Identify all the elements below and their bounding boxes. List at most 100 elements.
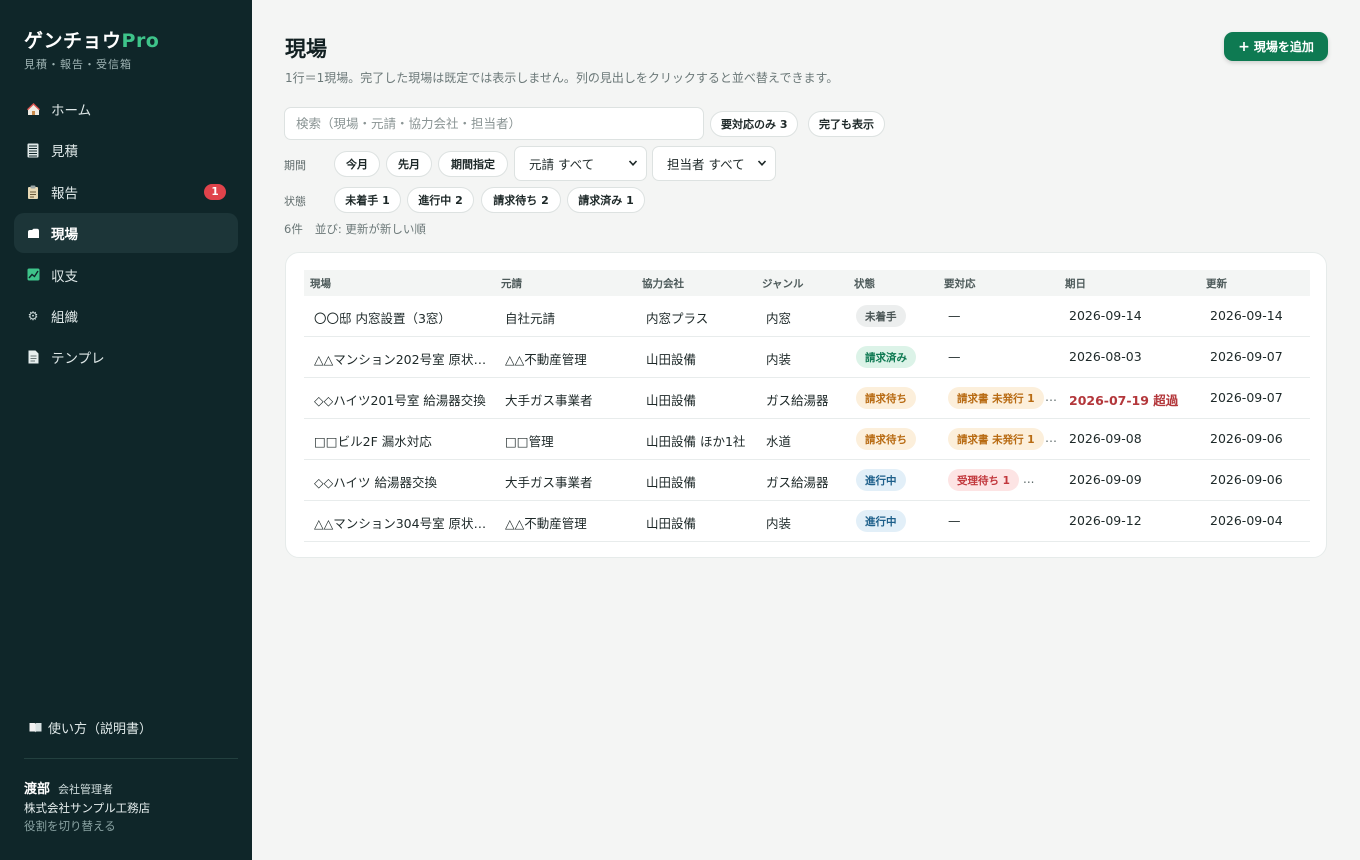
- sidebar-item-estimate[interactable]: 見積: [14, 130, 238, 170]
- period-this-month[interactable]: 今月: [334, 151, 380, 177]
- column-header-contractor[interactable]: 元請: [501, 276, 522, 291]
- cell-partner: 山田設備: [646, 393, 697, 408]
- page-description: 1行＝1現場。完了した現場は既定では表示しません。列の見出しをクリックすると並べ…: [285, 71, 839, 85]
- chart-icon: [26, 268, 40, 282]
- table-row[interactable]: △△マンション304号室 原状回復 △△不動産管理 山田設備 内装 進行中 — …: [304, 501, 1310, 542]
- cell-partner: 山田設備 ほか1社: [646, 434, 746, 449]
- sidebar-nav: ホーム 見積 報告 1 現場 収支 ⚙ 組織 テンプレ: [14, 89, 238, 379]
- cell-contractor: △△不動産管理: [505, 352, 587, 367]
- estimate-icon: [26, 143, 40, 158]
- sidebar-item-organization[interactable]: ⚙ 組織: [14, 296, 238, 336]
- user-role: 会社管理者: [58, 783, 114, 796]
- cell-site: 〇〇邸 内窓設置（3窓）: [314, 311, 451, 326]
- brand-subtitle: 見積・報告・受信箱: [24, 58, 132, 71]
- template-icon: [26, 350, 40, 364]
- sidebar-divider: [24, 758, 238, 759]
- cell-due: 2026-08-03: [1069, 349, 1142, 364]
- sidebar-item-finance[interactable]: 収支: [14, 255, 238, 295]
- sidebar-item-template[interactable]: テンプレ: [14, 337, 238, 377]
- add-site-button[interactable]: + 現場を追加: [1224, 32, 1328, 61]
- status-filter-in-progress[interactable]: 進行中 2: [407, 187, 474, 213]
- search-input[interactable]: [284, 107, 704, 140]
- cell-contractor: □□管理: [505, 434, 554, 449]
- cell-partner: 山田設備: [646, 516, 697, 531]
- column-header-partner[interactable]: 協力会社: [642, 276, 684, 291]
- period-last-month[interactable]: 先月: [386, 151, 432, 177]
- action-required-filter[interactable]: 要対応のみ 3: [710, 111, 799, 137]
- cell-contractor: 大手ガス事業者: [505, 475, 593, 490]
- action-required-badge[interactable]: 請求書 未発行 1: [948, 428, 1044, 450]
- user-panel: 渡部 会社管理者 株式会社サンプル工務店 役割を切り替える: [24, 780, 150, 835]
- cell-contractor: △△不動産管理: [505, 516, 587, 531]
- sidebar-item-label: ホーム: [51, 103, 92, 119]
- table-row[interactable]: 〇〇邸 内窓設置（3窓） 自社元請 内窓プラス 内窓 未着手 — 2026-09…: [304, 296, 1310, 337]
- chevron-down-icon: [628, 160, 638, 166]
- brand-accent: Pro: [121, 30, 160, 52]
- sidebar-item-label: 報告: [51, 185, 78, 202]
- status-label: 状態: [284, 195, 306, 208]
- more-actions-indicator[interactable]: ...: [1023, 472, 1034, 486]
- result-summary: 6件 並び: 更新が新しい順: [284, 221, 426, 237]
- cell-genre: 内窓: [766, 311, 792, 326]
- action-required-badge[interactable]: 受理待ち 1: [948, 469, 1019, 491]
- user-organization: 株式会社サンプル工務店: [24, 801, 151, 815]
- column-header-status[interactable]: 状態: [854, 276, 875, 291]
- table-row[interactable]: ◇◇ハイツ 給湯器交換 大手ガス事業者 山田設備 ガス給湯器 進行中 受理待ち …: [304, 460, 1310, 501]
- period-custom[interactable]: 期間指定: [438, 151, 508, 177]
- assignee-select[interactable]: 担当者 すべて: [652, 146, 776, 181]
- app-logo[interactable]: ゲンチョウPro: [24, 26, 159, 53]
- sidebar-item-label: テンプレ: [51, 351, 105, 368]
- cell-site: △△マンション202号室 原状回復: [314, 352, 489, 367]
- contractor-select[interactable]: 元請 すべて: [514, 146, 647, 181]
- status-filter-not-started[interactable]: 未着手 1: [334, 187, 401, 213]
- cell-due: 2026-09-08: [1069, 431, 1142, 446]
- column-header-site[interactable]: 現場: [310, 276, 331, 291]
- show-completed-toggle[interactable]: 完了も表示: [808, 111, 885, 137]
- cell-site: ◇◇ハイツ201号室 給湯器交換: [314, 393, 486, 408]
- cell-updated: 2026-09-07: [1210, 349, 1283, 364]
- notification-badge: 1: [204, 183, 226, 200]
- period-label: 期間: [284, 159, 306, 172]
- report-icon: [26, 185, 40, 199]
- sort-order[interactable]: 並び: 更新が新しい順: [315, 222, 426, 236]
- cell-partner: 山田設備: [646, 475, 697, 490]
- more-actions-indicator[interactable]: …: [1045, 431, 1057, 445]
- cell-partner: 内窓プラス: [646, 311, 709, 326]
- sidebar: ゲンチョウPro 見積・報告・受信箱 ホーム 見積 報告 1 現場 収支 ⚙ 組…: [0, 0, 252, 860]
- action-required-badge[interactable]: 請求書 未発行 1: [948, 387, 1044, 409]
- cell-genre: 内装: [766, 352, 792, 367]
- column-header-action[interactable]: 要対応: [944, 276, 976, 291]
- status-filter-awaiting-invoice[interactable]: 請求待ち 2: [481, 187, 561, 213]
- cell-contractor: 自社元請: [505, 311, 556, 326]
- cell-site: ◇◇ハイツ 給湯器交換: [314, 475, 437, 490]
- page-title: 現場: [285, 37, 327, 61]
- table-row[interactable]: △△マンション202号室 原状回復 △△不動産管理 山田設備 内装 請求済み —…: [304, 337, 1310, 378]
- status-badge: 進行中: [856, 469, 906, 491]
- help-manual-link[interactable]: 使い方（説明書）: [28, 718, 152, 737]
- cell-updated: 2026-09-14: [1210, 308, 1283, 323]
- cell-due: 2026-09-12: [1069, 513, 1142, 528]
- column-header-genre[interactable]: ジャンル: [762, 276, 803, 291]
- column-header-updated[interactable]: 更新: [1206, 276, 1227, 291]
- site-icon: [26, 226, 40, 240]
- sidebar-item-home[interactable]: ホーム: [14, 89, 238, 129]
- status-badge: 請求済み: [856, 346, 916, 368]
- cell-updated: 2026-09-07: [1210, 390, 1283, 405]
- sidebar-item-report[interactable]: 報告 1: [14, 172, 238, 212]
- assignee-select-value: 担当者 すべて: [667, 157, 745, 172]
- switch-role-link[interactable]: 役割を切り替える: [24, 817, 150, 835]
- sites-table: 現場 元請 協力会社 ジャンル 状態 要対応 期日 更新 〇〇邸 内窓設置（3窓…: [285, 252, 1327, 558]
- table-row[interactable]: ◇◇ハイツ201号室 給湯器交換 大手ガス事業者 山田設備 ガス給湯器 請求待ち…: [304, 378, 1310, 419]
- cell-genre: 水道: [766, 434, 792, 449]
- cell-action: —: [948, 349, 961, 364]
- table-row[interactable]: □□ビル2F 漏水対応 □□管理 山田設備 ほか1社 水道 請求待ち 請求書 未…: [304, 419, 1310, 460]
- sidebar-item-site[interactable]: 現場: [14, 213, 238, 254]
- column-header-due[interactable]: 期日: [1065, 276, 1086, 291]
- add-site-label: 現場を追加: [1253, 40, 1314, 54]
- plus-icon: +: [1238, 38, 1250, 55]
- status-filter-invoiced[interactable]: 請求済み 1: [567, 187, 645, 213]
- status-badge: 未着手: [856, 305, 906, 327]
- more-actions-indicator[interactable]: …: [1045, 390, 1057, 404]
- cell-updated: 2026-09-06: [1210, 472, 1283, 487]
- brand-name: ゲンチョウ: [24, 30, 122, 52]
